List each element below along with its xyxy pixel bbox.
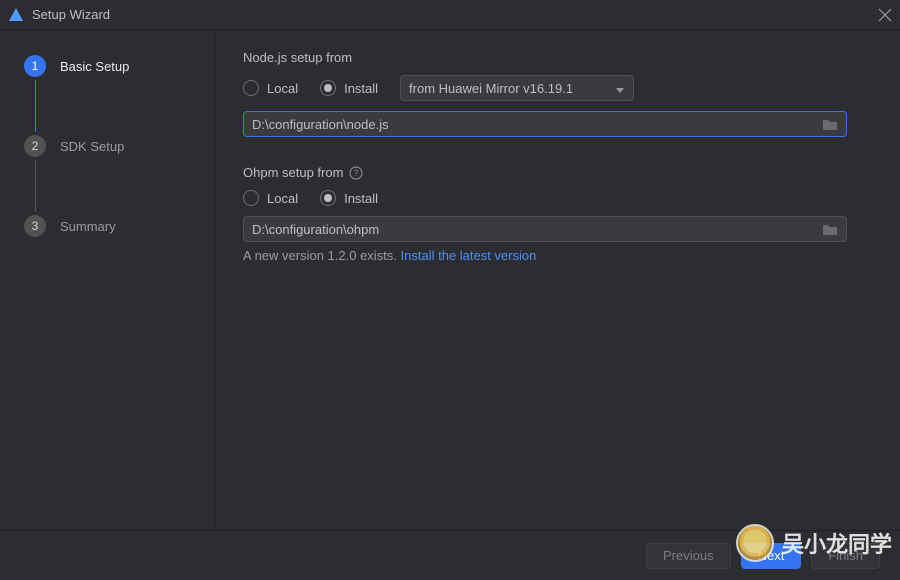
sidebar-step-sdk-setup[interactable]: 2 SDK Setup [24, 132, 214, 160]
help-icon[interactable]: ? [349, 166, 363, 180]
wizard-content: Node.js setup from Local Install from Hu… [215, 30, 900, 530]
path-value: D:\configuration\ohpm [252, 222, 379, 237]
nodejs-source-row: Local Install from Huawei Mirror v16.19.… [243, 75, 872, 101]
radio-icon [243, 190, 259, 206]
app-logo-icon [8, 7, 24, 23]
path-value: D:\configuration\node.js [252, 117, 389, 132]
folder-icon[interactable] [822, 117, 838, 131]
chevron-down-icon [615, 83, 625, 93]
previous-button[interactable]: Previous [646, 543, 731, 569]
install-latest-link[interactable]: Install the latest version [401, 248, 537, 263]
step-number: 1 [24, 55, 46, 77]
radio-icon [320, 190, 336, 206]
next-button[interactable]: Next [741, 543, 802, 569]
ohpm-install-radio[interactable]: Install [320, 190, 378, 206]
finish-button[interactable]: Finish [811, 543, 880, 569]
step-connector [35, 160, 36, 212]
ohpm-section-text: Ohpm setup from [243, 165, 343, 180]
radio-icon [320, 80, 336, 96]
ohpm-section-label: Ohpm setup from ? [243, 165, 872, 180]
ohpm-path-field[interactable]: D:\configuration\ohpm [243, 216, 847, 242]
nodejs-install-radio[interactable]: Install [320, 80, 378, 96]
sidebar-step-summary[interactable]: 3 Summary [24, 212, 214, 240]
ohpm-version-status: A new version 1.2.0 exists. Install the … [243, 248, 872, 263]
nodejs-section-label: Node.js setup from [243, 50, 872, 65]
step-label: SDK Setup [60, 139, 124, 154]
version-status-text: A new version 1.2.0 exists. [243, 248, 401, 263]
radio-icon [243, 80, 259, 96]
step-number: 3 [24, 215, 46, 237]
wizard-sidebar: 1 Basic Setup 2 SDK Setup 3 Summary [0, 30, 215, 530]
nodejs-local-radio[interactable]: Local [243, 80, 298, 96]
ohpm-local-radio[interactable]: Local [243, 190, 298, 206]
nodejs-path-field[interactable]: D:\configuration\node.js [243, 111, 847, 137]
ohpm-source-row: Local Install [243, 190, 872, 206]
step-label: Basic Setup [60, 59, 129, 74]
titlebar: Setup Wizard [0, 0, 900, 30]
wizard-footer: Previous Next Finish 吴小龙同学 [0, 530, 900, 580]
window-title: Setup Wizard [32, 7, 878, 22]
nodejs-mirror-select[interactable]: from Huawei Mirror v16.19.1 [400, 75, 634, 101]
select-value: from Huawei Mirror v16.19.1 [409, 81, 573, 96]
step-connector [35, 80, 36, 132]
close-icon[interactable] [878, 8, 892, 22]
svg-text:?: ? [354, 168, 359, 178]
radio-label: Local [267, 81, 298, 96]
folder-icon[interactable] [822, 222, 838, 236]
step-number: 2 [24, 135, 46, 157]
sidebar-step-basic-setup[interactable]: 1 Basic Setup [24, 52, 214, 80]
radio-label: Local [267, 191, 298, 206]
step-label: Summary [60, 219, 116, 234]
radio-label: Install [344, 81, 378, 96]
radio-label: Install [344, 191, 378, 206]
